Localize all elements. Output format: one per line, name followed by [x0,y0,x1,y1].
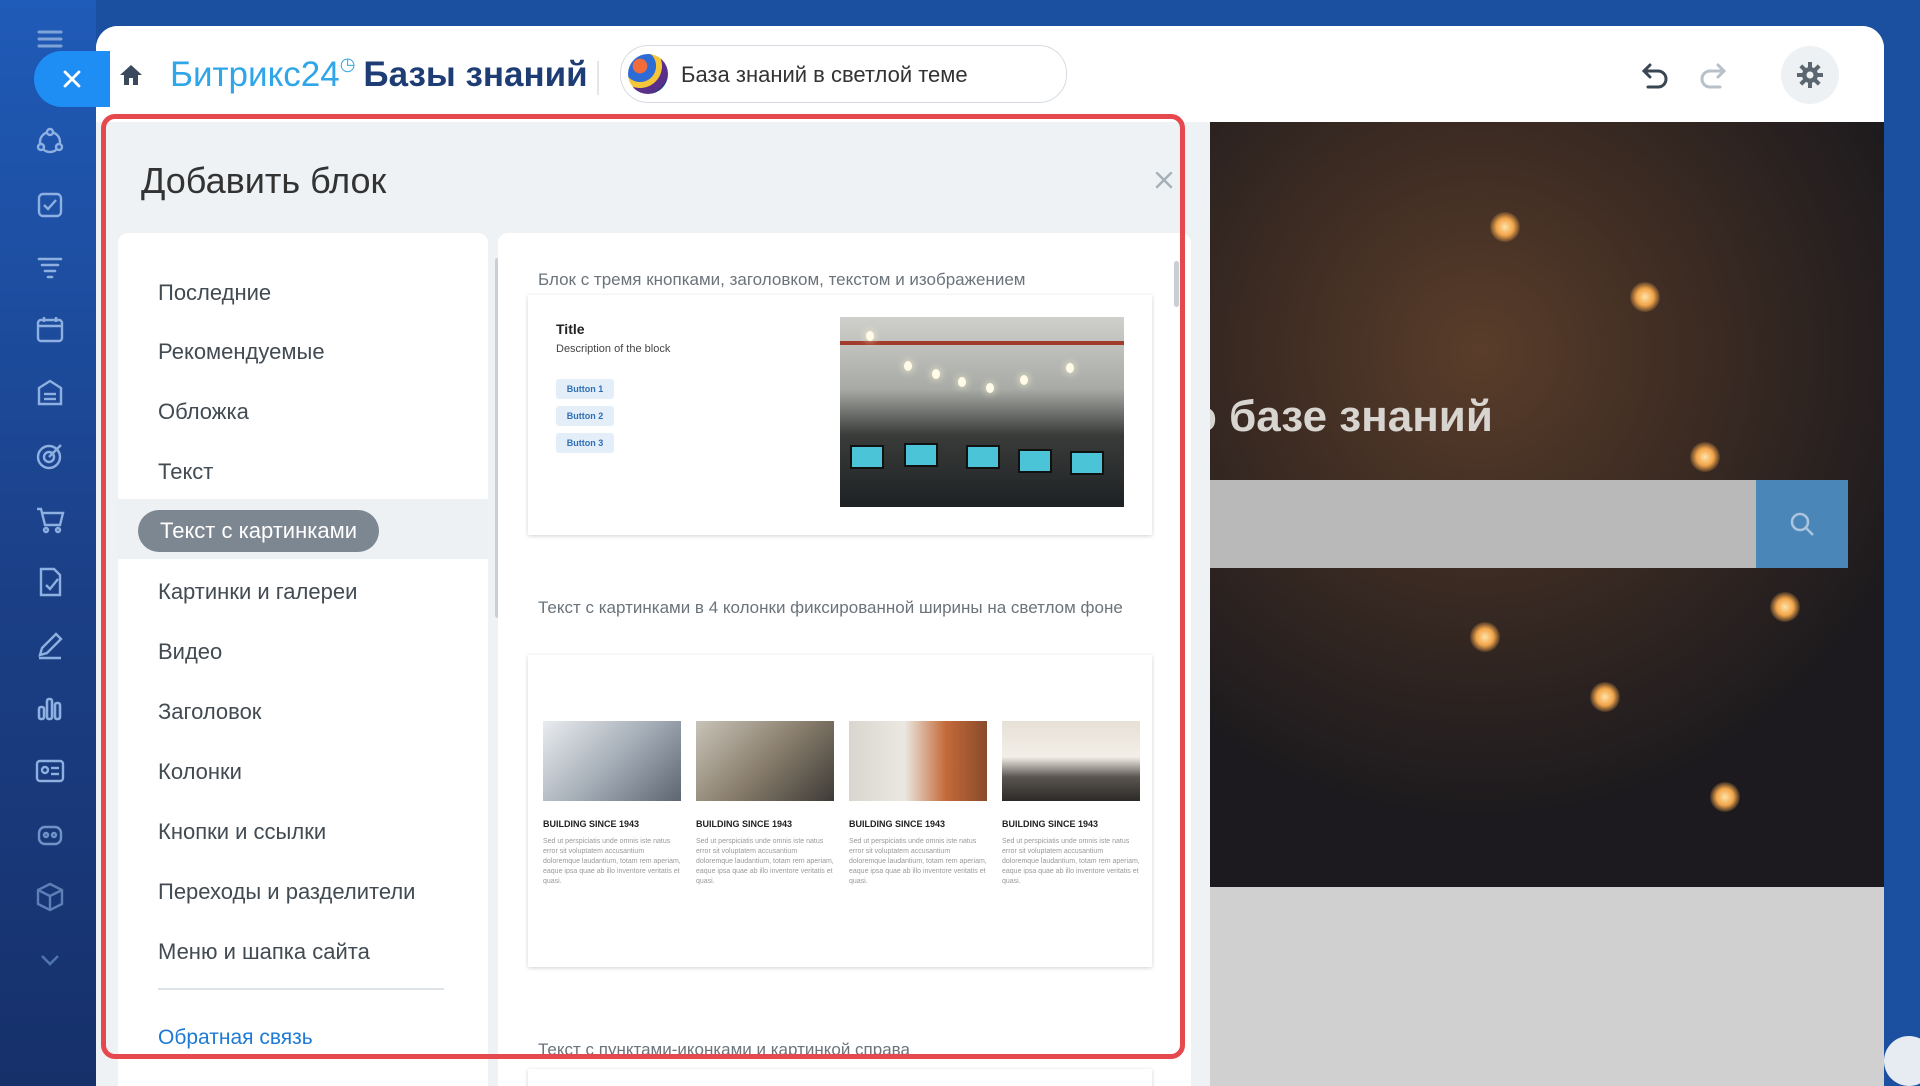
hero-bulb [1490,212,1520,242]
category-divider [158,988,444,990]
hero-heading: о базе знаний [1210,392,1493,441]
category-item-active[interactable]: Текст с картинками [138,510,379,552]
column-title: BUILDING SINCE 1943 [543,819,640,829]
block-caption: Текст с пунктами-иконками и картинкой сп… [538,1040,910,1059]
category-item[interactable]: Текст [158,459,213,485]
column-text: Sed ut perspiciatis unde omnis iste natu… [849,838,987,885]
target-icon[interactable] [33,439,67,473]
column-title: BUILDING SINCE 1943 [849,819,946,829]
preview-title: Title [556,321,585,337]
category-item[interactable]: Последние [158,280,271,306]
tasks-icon[interactable] [33,188,67,222]
funnel-icon[interactable] [33,250,67,284]
documents-icon[interactable] [33,565,67,599]
preview-column: BUILDING SINCE 1943 Sed ut perspiciatis … [849,721,987,887]
preview-column: BUILDING SINCE 1943 Sed ut perspiciatis … [696,721,834,887]
category-item[interactable]: Заголовок [158,699,261,725]
brand-clock-mark: ◷ [339,54,356,74]
column-title: BUILDING SINCE 1943 [1002,819,1099,829]
redo-icon[interactable] [1696,59,1732,95]
block-preview-card[interactable]: Title Description of the block Button 1 … [528,295,1152,535]
brand-logo[interactable]: Битрикс24◷ Базы знаний [170,54,588,95]
preview-button: Button 2 [556,406,614,426]
category-item[interactable]: Обложка [158,399,249,425]
hero-bulb [1770,592,1800,622]
robot-icon[interactable] [33,817,67,851]
store-icon[interactable] [33,376,67,410]
category-item[interactable]: Меню и шапка сайта [158,939,370,965]
block-preview-card[interactable] [528,1069,1152,1086]
column-image [543,721,681,801]
cart-icon[interactable] [33,502,67,536]
chat-launcher[interactable] [1884,1036,1920,1086]
block-preview-card[interactable]: BUILDING SINCE 1943 Sed ut perspiciatis … [528,655,1152,967]
editor-window: Битрикс24◷ Базы знаний База знаний в свет… [96,26,1884,1086]
column-image [696,721,834,801]
category-item[interactable]: Рекомендуемые [158,339,325,365]
page-title: Базы знаний [363,55,588,94]
close-icon[interactable] [1151,167,1177,193]
knowledge-base-avatar [628,54,668,94]
page-preview: о базе знаний [1210,122,1884,1086]
dialog-title: Добавить блок [141,160,387,201]
hero-search-input[interactable] [1210,480,1756,568]
brand-name: Битрикс24 [170,55,340,94]
contacts-icon[interactable] [33,754,67,788]
knowledge-base-selector[interactable]: База знаний в светлой теме [620,45,1067,103]
gear-icon [1797,62,1823,88]
hero-search-button[interactable] [1756,480,1848,568]
feedback-link[interactable]: Обратная связь [158,1026,313,1050]
preview-description: Description of the block [556,343,671,355]
office-photo [840,317,1124,507]
header-divider [597,61,599,95]
category-item[interactable]: Видео [158,639,222,665]
calendar-icon[interactable] [33,313,67,347]
block-caption: Текст с картинками в 4 колонки фиксирова… [538,598,1123,617]
hero-bulb [1470,622,1500,652]
category-item[interactable]: Колонки [158,759,242,785]
hero-bulb [1710,782,1740,812]
chevron-down-icon[interactable] [33,943,67,977]
category-item[interactable]: Кнопки и ссылки [158,819,326,845]
blocks-scrollbar[interactable] [1174,261,1179,307]
analytics-icon[interactable] [33,691,67,725]
hero-bulb [1590,682,1620,712]
hero-bulb [1630,282,1660,312]
sign-icon[interactable] [33,628,67,662]
block-categories: Последние Рекомендуемые Обложка Текст Те… [118,233,500,1086]
settings-button[interactable] [1781,46,1839,104]
hero-bulb [1690,442,1720,472]
top-bar: Битрикс24◷ Базы знаний База знаний в свет… [96,26,1884,122]
column-image [849,721,987,801]
column-image [1002,721,1140,801]
close-editor-button[interactable] [34,51,110,107]
category-item[interactable]: Картинки и галереи [158,579,357,605]
home-icon[interactable] [118,62,144,88]
undo-icon[interactable] [1636,59,1672,95]
block-caption: Блок с тремя кнопками, заголовком, текст… [538,270,1026,289]
close-icon [63,70,81,88]
knowledge-base-name: База знаний в светлой теме [681,62,968,87]
hero-banner: о базе знаний [1210,122,1884,887]
preview-button: Button 3 [556,433,614,453]
column-text: Sed ut perspiciatis unde omnis iste natu… [696,838,834,885]
preview-column: BUILDING SINCE 1943 Sed ut perspiciatis … [1002,721,1140,887]
add-block-dialog: Добавить блок Последние Рекомендуемые Об… [96,122,1210,1086]
app-sidebar [0,0,96,1086]
block-list: Блок с тремя кнопками, заголовком, текст… [498,233,1191,1086]
column-text: Sed ut perspiciatis unde omnis iste natu… [543,838,681,885]
category-item[interactable]: Переходы и разделители [158,879,415,905]
box-icon[interactable] [33,880,67,914]
column-title: BUILDING SINCE 1943 [696,819,793,829]
preview-column: BUILDING SINCE 1943 Sed ut perspiciatis … [543,721,681,887]
search-icon [1790,512,1814,536]
crm-icon[interactable] [33,125,67,159]
column-text: Sed ut perspiciatis unde omnis iste natu… [1002,838,1140,885]
preview-button: Button 1 [556,379,614,399]
